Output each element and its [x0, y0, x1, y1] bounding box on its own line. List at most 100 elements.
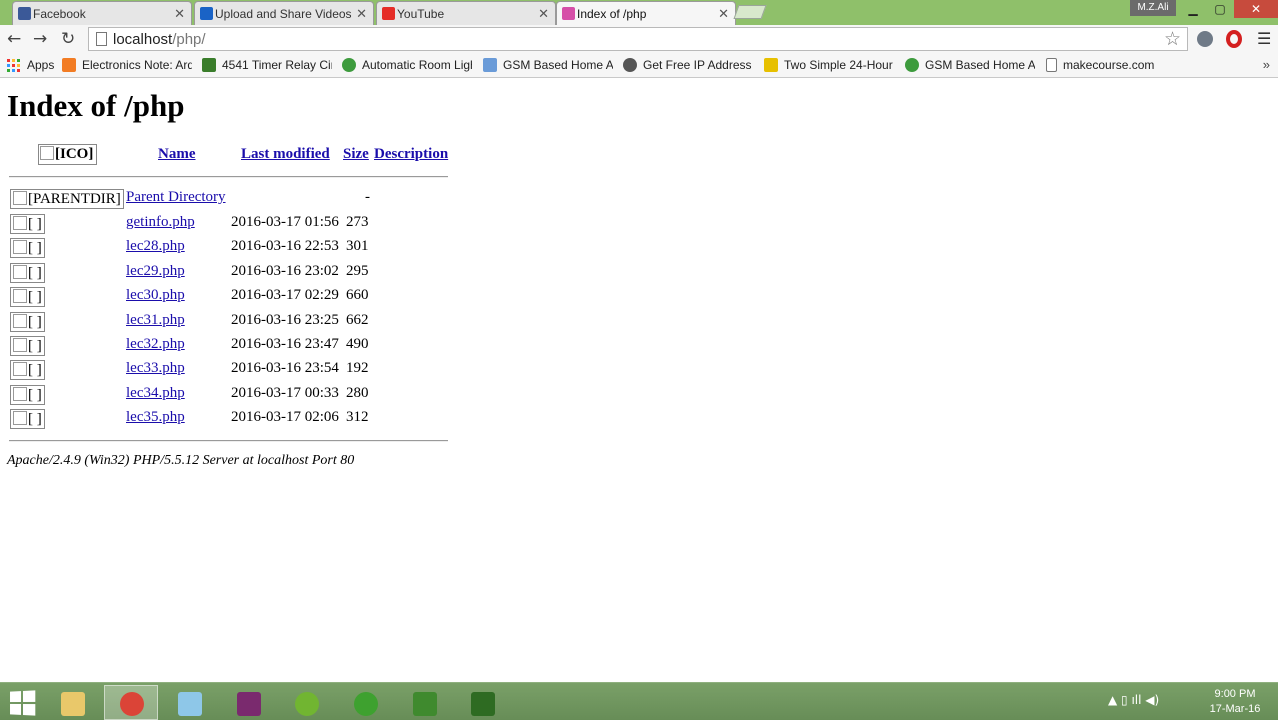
ico-alt: [ ]	[28, 411, 42, 428]
browser-toolbar: ← → ↻ localhost/php/ ☆ ☰	[0, 25, 1278, 54]
folder-icon	[61, 692, 85, 716]
sort-by-size-link[interactable]: Size	[343, 146, 369, 163]
file-size: 312	[346, 409, 369, 426]
taskbar-app-utorrent[interactable]	[279, 685, 333, 720]
broken-image-icon	[13, 313, 27, 328]
tab-index-php[interactable]: Index of /php ✕	[556, 1, 736, 26]
forward-icon[interactable]: →	[33, 29, 47, 49]
tab-upload-videos[interactable]: Upload and Share Videos ✕	[194, 1, 374, 25]
taskbar-app-chrome[interactable]	[103, 685, 158, 720]
chevron-right-icon[interactable]: »	[1263, 57, 1270, 72]
camtasia-icon	[412, 692, 437, 716]
dailymotion-icon	[200, 7, 213, 20]
address-bar[interactable]: localhost/php/ ☆	[88, 27, 1188, 51]
parent-directory-link[interactable]: Parent Directory	[126, 189, 226, 206]
bookmark-item[interactable]: Automatic Room Ligh	[342, 58, 472, 72]
minimize-button[interactable]: ▁	[1180, 0, 1206, 18]
close-icon[interactable]: ✕	[174, 6, 185, 22]
sort-by-name-link[interactable]: Name	[158, 146, 196, 163]
file-icon: [ ]	[10, 214, 45, 234]
file-link[interactable]: lec34.php	[126, 385, 185, 402]
bookmark-item[interactable]: makecourse.com	[1046, 58, 1176, 72]
taskbar-app-media-player[interactable]	[338, 685, 392, 720]
bookmark-label: Electronics Note: Ard	[82, 58, 192, 72]
sort-by-description-link[interactable]: Description	[374, 146, 448, 163]
file-icon: [ ]	[10, 287, 45, 308]
app-icon	[562, 7, 575, 20]
ico-header-image: [ICO]	[38, 144, 98, 165]
bookmark-apps[interactable]: Apps	[7, 58, 54, 72]
server-signature: Apache/2.4.9 (Win32) PHP/5.5.12 Server a…	[7, 453, 355, 468]
menu-icon[interactable]: ☰	[1257, 29, 1271, 48]
profile-badge[interactable]: M.Z.Ali	[1130, 0, 1176, 16]
bookmark-item[interactable]: Electronics Note: Ard	[62, 58, 192, 72]
file-row: [ ] lec28.php 2016-03-16 22:53 301	[0, 238, 500, 262]
page-icon	[96, 32, 107, 46]
clock[interactable]: 9:00 PM 17-Mar-16	[1200, 687, 1270, 717]
broken-image-icon	[13, 411, 27, 426]
file-link[interactable]: getinfo.php	[126, 214, 195, 231]
back-icon[interactable]: ←	[7, 29, 21, 49]
ip-icon	[623, 58, 637, 72]
camera-icon	[202, 58, 216, 72]
taskbar-app-camtasia-recorder[interactable]	[397, 685, 451, 720]
file-icon: [ ]	[10, 311, 45, 332]
close-window-button[interactable]: ✕	[1234, 0, 1278, 18]
broken-image-icon	[13, 338, 27, 352]
file-row: [ ] lec32.php 2016-03-16 23:47 490	[0, 336, 500, 360]
taskbar-app-notes[interactable]	[162, 685, 216, 720]
windows-start-icon[interactable]	[10, 690, 36, 716]
file-modified: 2016-03-17 01:56	[231, 214, 339, 230]
extension-icon[interactable]	[1197, 31, 1213, 47]
taskbar-app-camtasia-studio[interactable]	[455, 685, 509, 720]
file-link[interactable]: lec35.php	[126, 409, 185, 426]
bookmark-label: Apps	[27, 58, 55, 72]
reload-icon[interactable]: ↻	[61, 29, 75, 49]
tab-facebook[interactable]: Facebook ✕	[12, 1, 192, 25]
file-modified: 2016-03-17 00:33	[231, 384, 339, 401]
sort-by-modified-link[interactable]: Last modified	[241, 146, 330, 163]
opera-icon[interactable]	[1226, 30, 1242, 48]
tab-youtube[interactable]: YouTube ✕	[376, 1, 556, 25]
ico-alt: [ ]	[28, 240, 42, 257]
bookmark-label: Automatic Room Ligh	[362, 58, 472, 72]
globe-icon	[905, 58, 919, 72]
bookmark-label: Two Simple 24-Hour T	[784, 58, 894, 72]
file-size: 273	[346, 214, 369, 230]
bookmark-item[interactable]: 4541 Timer Relay Circ	[202, 58, 332, 72]
tab-label: YouTube	[397, 6, 445, 21]
file-modified: 2016-03-16 23:02	[231, 262, 339, 279]
taskbar-app-file-explorer[interactable]	[45, 685, 99, 720]
close-icon[interactable]: ✕	[538, 6, 549, 22]
divider	[9, 440, 448, 442]
close-icon[interactable]: ✕	[356, 6, 367, 22]
file-modified: 2016-03-16 22:53	[231, 238, 339, 255]
system-tray[interactable]: ▲ ▯ ıll ◀)	[1108, 693, 1159, 707]
broken-image-icon	[13, 289, 27, 304]
file-link[interactable]: lec31.php	[126, 312, 185, 329]
bookmark-item[interactable]: GSM Based Home Au	[483, 58, 613, 72]
file-icon: [ ]	[10, 238, 45, 259]
taskbar-app-winrar[interactable]	[221, 685, 275, 720]
file-icon: [ ]	[10, 360, 45, 381]
new-tab-button[interactable]	[733, 5, 767, 19]
file-link[interactable]: lec28.php	[126, 238, 185, 255]
bookmark-item[interactable]: Get Free IP Address W	[623, 58, 753, 72]
star-icon[interactable]: ☆	[1164, 28, 1181, 51]
clock-date: 17-Mar-16	[1209, 703, 1261, 715]
bookmark-item[interactable]: Two Simple 24-Hour T	[764, 58, 894, 72]
file-link[interactable]: lec33.php	[126, 360, 185, 377]
close-icon[interactable]: ✕	[718, 6, 729, 22]
file-link[interactable]: lec30.php	[126, 287, 185, 304]
broken-image-icon	[40, 146, 54, 160]
bookmark-item[interactable]: GSM Based Home Au	[905, 58, 1035, 72]
broken-image-icon	[13, 191, 27, 205]
file-link[interactable]: lec29.php	[126, 263, 185, 280]
file-size: 662	[346, 311, 369, 328]
maximize-button[interactable]: ▢	[1207, 0, 1233, 18]
file-row: [ ] lec34.php 2016-03-17 00:33 280	[0, 384, 500, 409]
file-modified: 2016-03-16 23:47	[231, 336, 339, 352]
file-row: [ ] lec30.php 2016-03-17 02:29 660	[0, 287, 500, 311]
file-link[interactable]: lec32.php	[126, 336, 185, 353]
ico-alt: [ ]	[28, 264, 42, 281]
